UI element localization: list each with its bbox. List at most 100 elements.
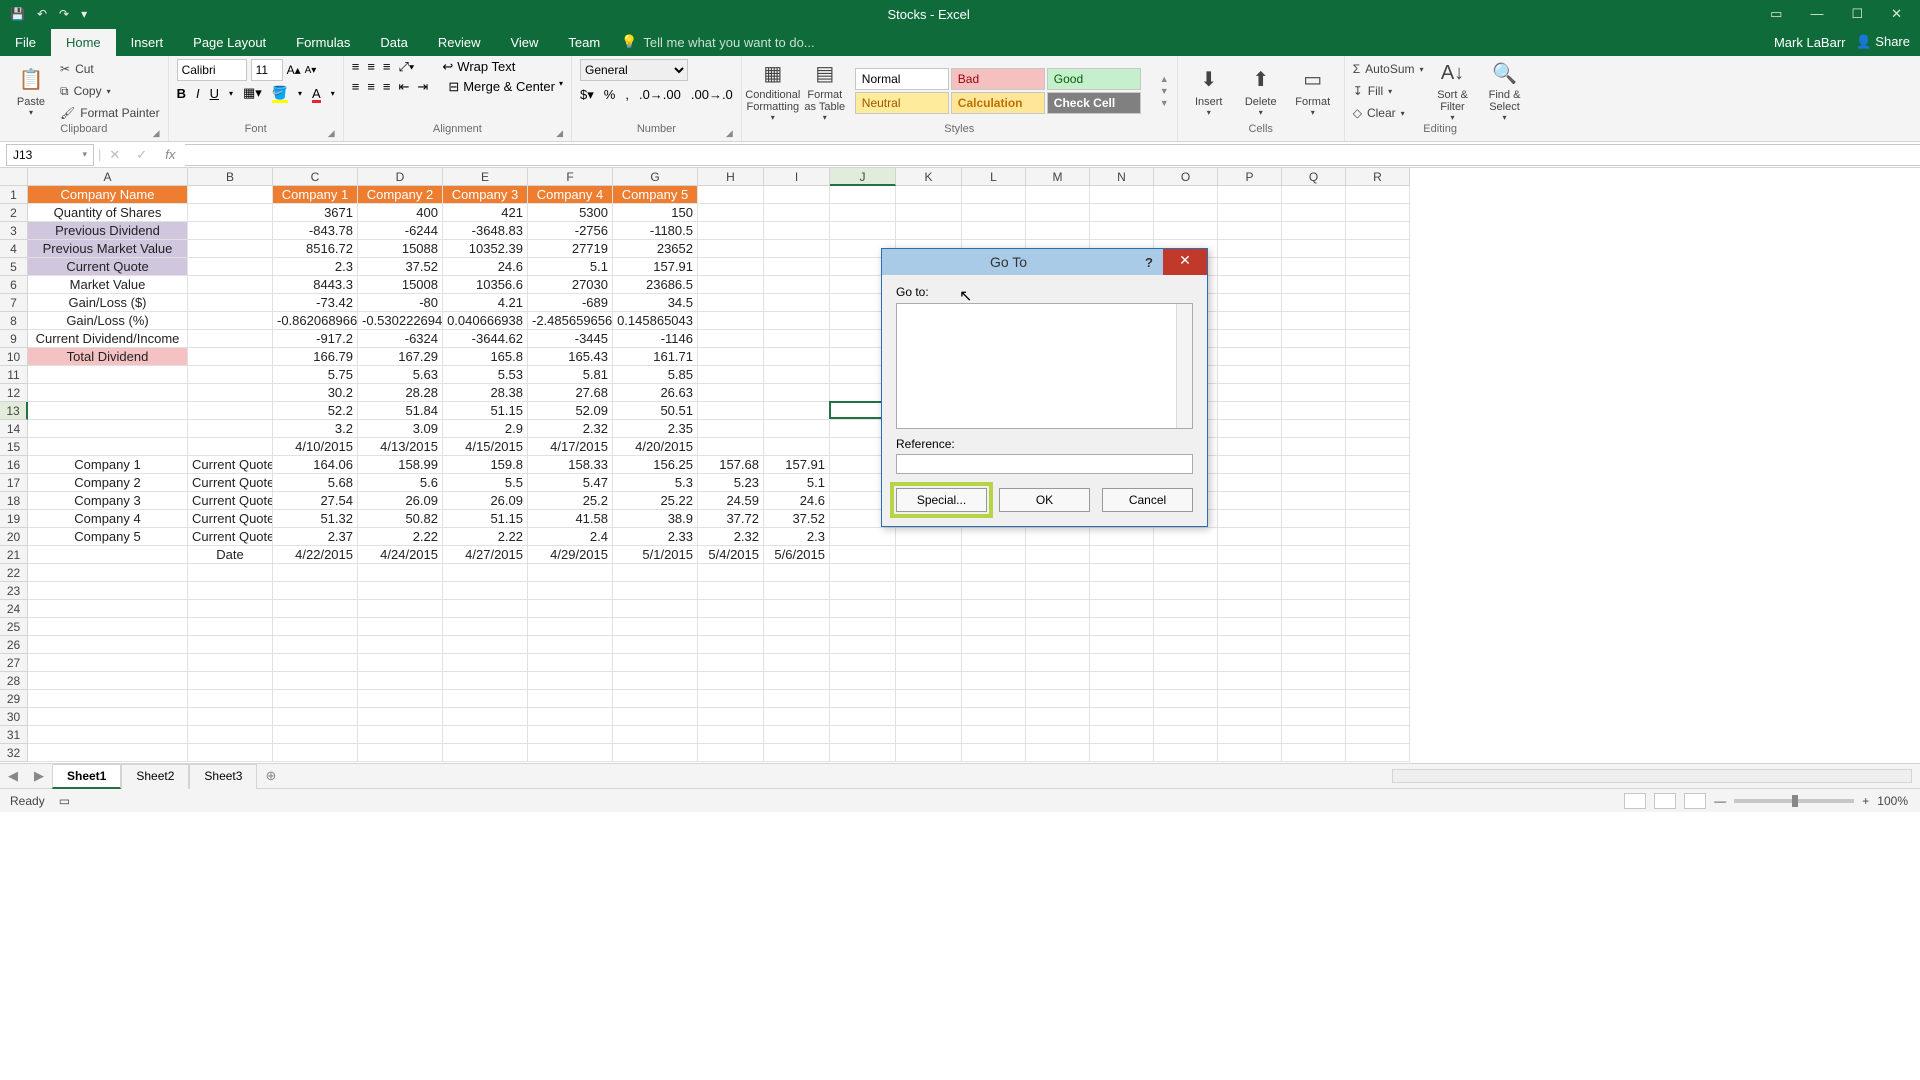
cell[interactable]: Current Quote [28,258,188,276]
cell[interactable]: 5/1/2015 [613,546,698,564]
cell[interactable]: 5.47 [528,474,613,492]
cell[interactable] [1218,708,1282,726]
cell[interactable] [1282,690,1346,708]
merge-center-button[interactable]: ⊟Merge & Center▾ [448,79,563,95]
cell[interactable] [1282,330,1346,348]
fill-color-button[interactable]: 🪣 [272,85,288,101]
cell[interactable] [1218,618,1282,636]
cell[interactable] [188,186,273,204]
cell[interactable] [1346,312,1410,330]
cell[interactable] [28,744,188,762]
cell[interactable]: 167.29 [358,348,443,366]
italic-button[interactable]: I [196,86,200,101]
col-head-G[interactable]: G [613,168,698,186]
cell[interactable]: 5.6 [358,474,443,492]
cell[interactable]: 28.38 [443,384,528,402]
sort-filter-button[interactable]: A↓Sort & Filter▾ [1430,60,1476,122]
dialog-titlebar[interactable]: Go To ? ✕ [882,249,1207,275]
row-head-6[interactable]: 6 [0,276,28,294]
cell[interactable]: -2756 [528,222,613,240]
cell[interactable]: 3.2 [273,420,358,438]
cell[interactable] [1026,564,1090,582]
cell[interactable] [698,204,764,222]
cell[interactable]: 158.33 [528,456,613,474]
cell[interactable]: Company 4 [28,510,188,528]
cell[interactable] [613,564,698,582]
cell[interactable]: 25.2 [528,492,613,510]
cell[interactable] [1346,186,1410,204]
cell[interactable] [528,600,613,618]
cell[interactable] [443,672,528,690]
cell[interactable] [1090,582,1154,600]
cell[interactable] [1218,240,1282,258]
qat-more-icon[interactable]: ▾ [81,7,87,21]
cell[interactable] [764,276,830,294]
goto-listbox[interactable] [896,303,1193,429]
cell[interactable]: 5.5 [443,474,528,492]
cell[interactable] [613,690,698,708]
cell[interactable] [830,564,896,582]
cell[interactable] [528,672,613,690]
cell[interactable] [1346,294,1410,312]
cell[interactable]: 27.68 [528,384,613,402]
row-head-29[interactable]: 29 [0,690,28,708]
cell[interactable] [358,618,443,636]
cell[interactable] [698,312,764,330]
gallery-more-icon[interactable]: ▼ [1160,98,1169,108]
cell[interactable] [764,564,830,582]
col-head-D[interactable]: D [358,168,443,186]
cell[interactable] [28,600,188,618]
cell[interactable]: 5.63 [358,366,443,384]
cell[interactable] [358,654,443,672]
cell[interactable] [358,708,443,726]
col-head-E[interactable]: E [443,168,528,186]
cell[interactable] [962,222,1026,240]
cell[interactable] [188,384,273,402]
row-head-19[interactable]: 19 [0,510,28,528]
cell[interactable] [188,348,273,366]
cell[interactable] [764,312,830,330]
cell[interactable] [896,528,962,546]
cell[interactable] [1026,744,1090,762]
cell[interactable] [1154,744,1218,762]
number-format-select[interactable]: General [580,59,688,81]
cell[interactable] [764,348,830,366]
cell[interactable] [528,564,613,582]
format-as-table-button[interactable]: ▤Format as Table▾ [802,60,848,122]
cell[interactable]: 157.91 [613,258,698,276]
cell[interactable]: 25.22 [613,492,698,510]
cell[interactable] [1346,744,1410,762]
cell[interactable] [896,186,962,204]
launcher-icon[interactable]: ◢ [328,128,335,139]
cell[interactable]: -73.42 [273,294,358,312]
cell[interactable] [962,654,1026,672]
cell[interactable] [1218,546,1282,564]
cell[interactable] [1346,222,1410,240]
cell[interactable] [443,636,528,654]
cell[interactable] [1346,546,1410,564]
cell[interactable]: 34.5 [613,294,698,312]
cell[interactable] [443,654,528,672]
cell[interactable] [443,690,528,708]
col-head-R[interactable]: R [1346,168,1410,186]
cell[interactable]: 4/27/2015 [443,546,528,564]
macro-record-icon[interactable]: ▭ [59,794,70,808]
cell[interactable] [1282,708,1346,726]
cell[interactable] [1282,672,1346,690]
cell[interactable] [613,726,698,744]
cell[interactable] [1026,528,1090,546]
cell[interactable] [1282,564,1346,582]
cell[interactable] [188,654,273,672]
cell[interactable]: -80 [358,294,443,312]
cell[interactable] [1282,402,1346,420]
enter-formula-icon[interactable]: ✓ [128,147,155,163]
cell[interactable] [1218,564,1282,582]
cell[interactable] [764,654,830,672]
cell[interactable] [188,420,273,438]
special-button[interactable]: Special... [896,488,987,512]
cell[interactable] [28,618,188,636]
cell[interactable] [764,204,830,222]
cell[interactable] [613,582,698,600]
cancel-button[interactable]: Cancel [1102,488,1193,512]
col-head-O[interactable]: O [1154,168,1218,186]
